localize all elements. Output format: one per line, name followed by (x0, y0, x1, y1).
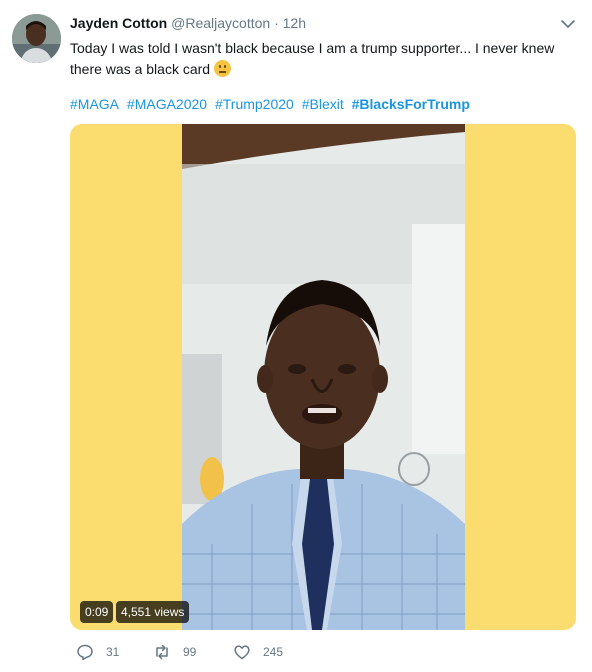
hashtag-link[interactable]: #Blexit (302, 96, 344, 112)
retweet-count: 99 (183, 645, 197, 659)
hashtag-link[interactable]: #MAGA2020 (127, 96, 207, 112)
reply-icon (77, 644, 93, 661)
like-button[interactable]: 245 (233, 642, 283, 662)
video-views-badge: 4,551 views (116, 601, 190, 623)
video-frame (182, 124, 465, 630)
hashtag-link[interactable]: #MAGA (70, 96, 119, 112)
tweet-text-body: Today I was told I wasn't black because … (70, 40, 555, 77)
tweet-timestamp[interactable]: 12h (283, 15, 306, 31)
video-thumbnail (182, 124, 465, 630)
author-handle[interactable]: @Realjaycotton (171, 15, 270, 31)
like-count: 245 (263, 645, 284, 659)
heart-icon (234, 645, 250, 660)
tweet-text: Today I was told I wasn't black because … (70, 38, 575, 80)
confused-face-icon (214, 60, 232, 77)
reply-count: 31 (106, 645, 120, 659)
retweet-button[interactable]: 99 (153, 642, 196, 662)
separator-dot: · (274, 15, 279, 31)
retweet-icon (156, 644, 168, 660)
avatar-image (12, 14, 61, 63)
chevron-down-icon[interactable] (560, 18, 576, 30)
avatar[interactable] (12, 14, 61, 63)
video-player[interactable]: 0:09 4,551 views (70, 124, 576, 630)
hashtag-link[interactable]: #Trump2020 (215, 96, 294, 112)
tweet-header: Jayden Cotton @Realjaycotton · 12h (70, 14, 306, 32)
reply-button[interactable]: 31 (76, 642, 119, 662)
author-name[interactable]: Jayden Cotton (70, 15, 167, 31)
hashtag-link[interactable]: #BlacksForTrump (352, 96, 470, 112)
video-duration-badge: 0:09 (80, 601, 114, 623)
hashtag-list: #MAGA #MAGA2020 #Trump2020 #Blexit #Blac… (70, 94, 474, 114)
tweet-card: Jayden Cotton @Realjaycotton · 12h Today… (0, 0, 592, 672)
